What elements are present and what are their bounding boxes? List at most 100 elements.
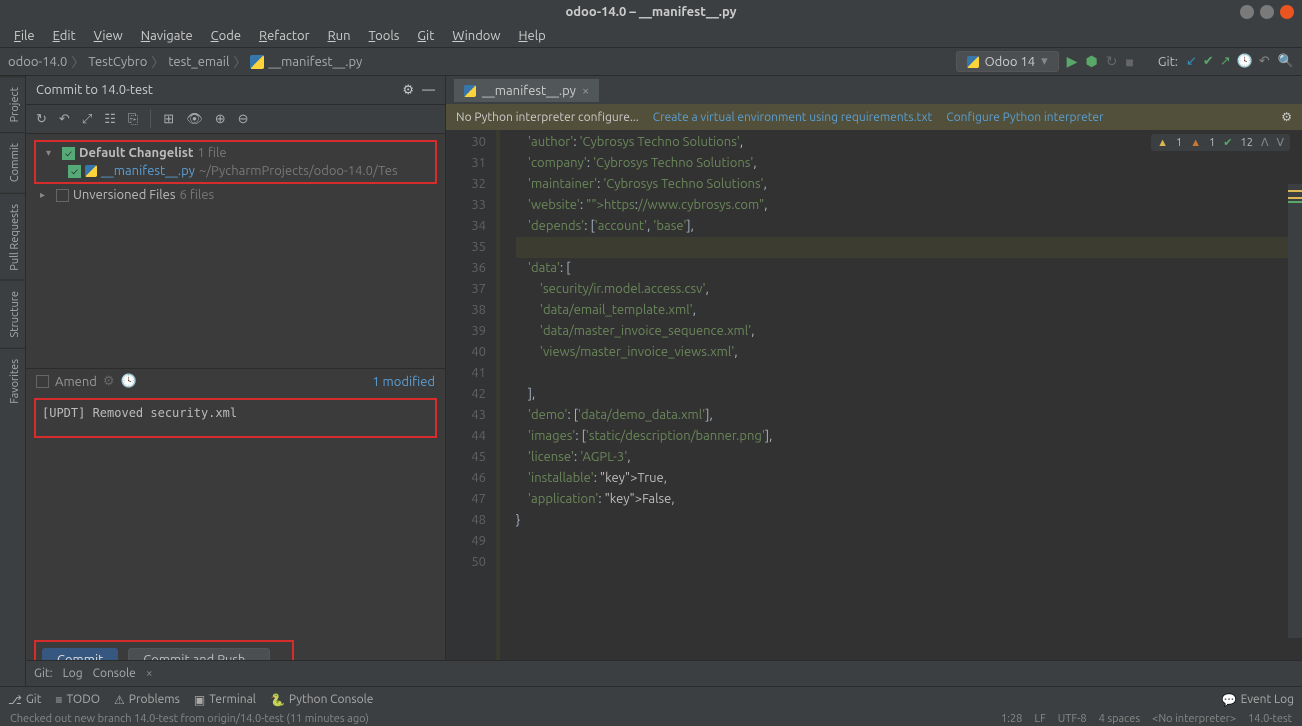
editor-area: __manifest__.py × No Python interpreter …: [446, 76, 1302, 686]
collapse-icon[interactable]: ⊖: [238, 112, 249, 127]
show-icon[interactable]: 👁: [186, 112, 203, 127]
commit-tool-window: Commit to 14.0-test ⚙ — ↻ ↶ ⤢ ☷ ⎘ ⊞ 👁 ⊕ …: [26, 76, 446, 686]
status-segment[interactable]: UTF-8: [1058, 713, 1087, 725]
breadcrumb-segment[interactable]: __manifest__.py: [268, 55, 362, 69]
code-editor[interactable]: 3031323334353637383940414243444546474849…: [446, 130, 1302, 662]
inspection-badges[interactable]: ▲1 ▲1 ✔12 ᐱ ᐯ: [1151, 134, 1290, 151]
line-gutter: 3031323334353637383940414243444546474849…: [446, 130, 496, 662]
rail-pull-requests[interactable]: Pull Requests: [0, 193, 25, 281]
event-log-button[interactable]: 💬 Event Log: [1222, 693, 1294, 707]
menu-git[interactable]: Git: [409, 27, 442, 45]
menu-navigate[interactable]: Navigate: [133, 27, 201, 45]
menu-window[interactable]: Window: [444, 27, 508, 45]
minimize-pane-icon[interactable]: —: [422, 83, 435, 98]
rail-structure[interactable]: Structure: [0, 280, 25, 348]
window-titlebar: odoo-14.0 – __manifest__.py: [0, 0, 1302, 24]
git-history-icon[interactable]: 🕓: [1237, 54, 1253, 69]
breadcrumb-segment[interactable]: TestCybro: [88, 55, 147, 69]
close-icon[interactable]: ×: [146, 667, 153, 680]
close-icon[interactable]: [1280, 5, 1294, 19]
git-label: Git:: [1158, 55, 1178, 69]
amend-checkbox[interactable]: [36, 375, 49, 388]
git-rollback-icon[interactable]: ↶: [1259, 54, 1270, 69]
warning-text: No Python interpreter configure...: [456, 111, 639, 124]
close-tab-icon[interactable]: ×: [582, 84, 589, 98]
commit-message-input[interactable]: [UPDT] Removed security.xml: [34, 398, 437, 438]
git-commit-icon[interactable]: ✔: [1203, 54, 1214, 69]
rail-commit[interactable]: Commit: [0, 132, 25, 192]
editor-tab[interactable]: __manifest__.py ×: [454, 79, 599, 102]
menu-run[interactable]: Run: [320, 27, 359, 45]
chevron-down-icon[interactable]: ▾: [46, 147, 58, 159]
run-configuration-selector[interactable]: Odoo 14 ▾: [956, 51, 1059, 72]
chevron-down-icon[interactable]: ᐯ: [1276, 136, 1284, 149]
status-segment[interactable]: 14.0-test: [1248, 713, 1292, 725]
configure-interpreter-link[interactable]: Configure Python interpreter: [946, 111, 1103, 124]
rail-project[interactable]: Project: [0, 76, 25, 132]
chevron-up-icon[interactable]: ᐱ: [1261, 136, 1269, 149]
status-segment[interactable]: <No interpreter>: [1152, 713, 1236, 725]
menu-refactor[interactable]: Refactor: [251, 27, 318, 45]
error-badge-icon: ▲: [1190, 137, 1201, 149]
group-icon[interactable]: ⊞: [163, 112, 174, 127]
tool-todo[interactable]: ≡TODO: [55, 693, 100, 707]
menu-code[interactable]: Code: [203, 27, 249, 45]
git-push-icon[interactable]: ↗: [1220, 54, 1231, 69]
breadcrumb-segment[interactable]: test_email: [168, 55, 229, 69]
unversioned-node[interactable]: ▸ Unversioned Files 6 files: [34, 186, 445, 204]
shelf-icon[interactable]: ⎘: [128, 112, 138, 127]
refresh-icon[interactable]: ↻: [36, 112, 47, 127]
menu-edit[interactable]: Edit: [45, 27, 84, 45]
menu-tools[interactable]: Tools: [361, 27, 408, 45]
changelist-icon[interactable]: ☷: [104, 112, 116, 127]
changelist-node[interactable]: ▾ ✓ Default Changelist 1 file: [40, 144, 431, 162]
warning-badge-icon: ▲: [1157, 137, 1168, 149]
checkbox-checked-icon[interactable]: ✓: [68, 165, 81, 178]
chevron-down-icon: ▾: [1041, 54, 1048, 69]
modified-link[interactable]: 1 modified: [372, 375, 435, 389]
status-segment[interactable]: 4 spaces: [1099, 713, 1141, 725]
menu-file[interactable]: File: [6, 27, 43, 45]
tool-problems[interactable]: ⚠Problems: [114, 693, 180, 707]
vcs-log-tabs: Git: Log Console ×: [26, 660, 1302, 686]
status-segment[interactable]: 1:28: [1001, 713, 1022, 725]
rollback-icon[interactable]: ↶: [59, 112, 70, 127]
gear-icon[interactable]: ⚙: [103, 374, 115, 389]
scroll-overview[interactable]: [1288, 184, 1302, 638]
python-icon: [967, 56, 979, 68]
git-update-icon[interactable]: ↙: [1186, 54, 1197, 69]
tool-terminal[interactable]: ▣Terminal: [194, 693, 256, 707]
run-icon[interactable]: ▶: [1067, 53, 1078, 70]
window-controls: [1240, 5, 1294, 19]
search-icon[interactable]: 🔍: [1278, 54, 1294, 69]
debug-icon[interactable]: ⬢: [1085, 53, 1097, 70]
chevron-right-icon[interactable]: ▸: [40, 189, 52, 201]
rail-favorites[interactable]: Favorites: [0, 348, 25, 414]
main-menu: FileEditViewNavigateCodeRefactorRunTools…: [0, 24, 1302, 48]
diff-icon[interactable]: ⤢: [82, 112, 92, 127]
menu-view[interactable]: View: [86, 27, 131, 45]
create-venv-link[interactable]: Create a virtual environment using requi…: [653, 111, 933, 124]
gear-icon[interactable]: ⚙: [402, 83, 414, 98]
history-icon[interactable]: 🕓: [121, 374, 137, 389]
maximize-icon[interactable]: [1260, 5, 1274, 19]
tool-git[interactable]: ⎇Git: [8, 693, 41, 707]
checkbox-checked-icon[interactable]: ✓: [62, 147, 75, 160]
minimize-icon[interactable]: [1240, 5, 1254, 19]
git-prefix-label: Git:: [34, 667, 53, 680]
log-tab[interactable]: Log: [63, 667, 83, 680]
breadcrumb-segment[interactable]: odoo-14.0: [8, 55, 67, 69]
python-icon: [85, 165, 97, 177]
gear-icon[interactable]: ⚙: [1281, 110, 1292, 124]
tool-python-console[interactable]: 🐍Python Console: [270, 693, 373, 707]
menu-help[interactable]: Help: [510, 27, 553, 45]
breadcrumb[interactable]: odoo-14.0〉TestCybro〉test_email〉__manifes…: [8, 52, 362, 71]
console-tab[interactable]: Console: [93, 667, 136, 680]
changed-file-row[interactable]: ✓ __manifest__.py ~/PycharmProjects/odoo…: [40, 162, 431, 180]
event-log-icon: 💬: [1222, 693, 1237, 707]
amend-label: Amend: [55, 375, 97, 389]
bottom-tool-strip: ⎇Git ≡TODO ⚠Problems ▣Terminal 🐍Python Conso…: [0, 686, 1302, 712]
checkbox-empty-icon[interactable]: [56, 189, 69, 202]
expand-icon[interactable]: ⊕: [215, 112, 226, 127]
status-segment[interactable]: LF: [1034, 713, 1045, 725]
